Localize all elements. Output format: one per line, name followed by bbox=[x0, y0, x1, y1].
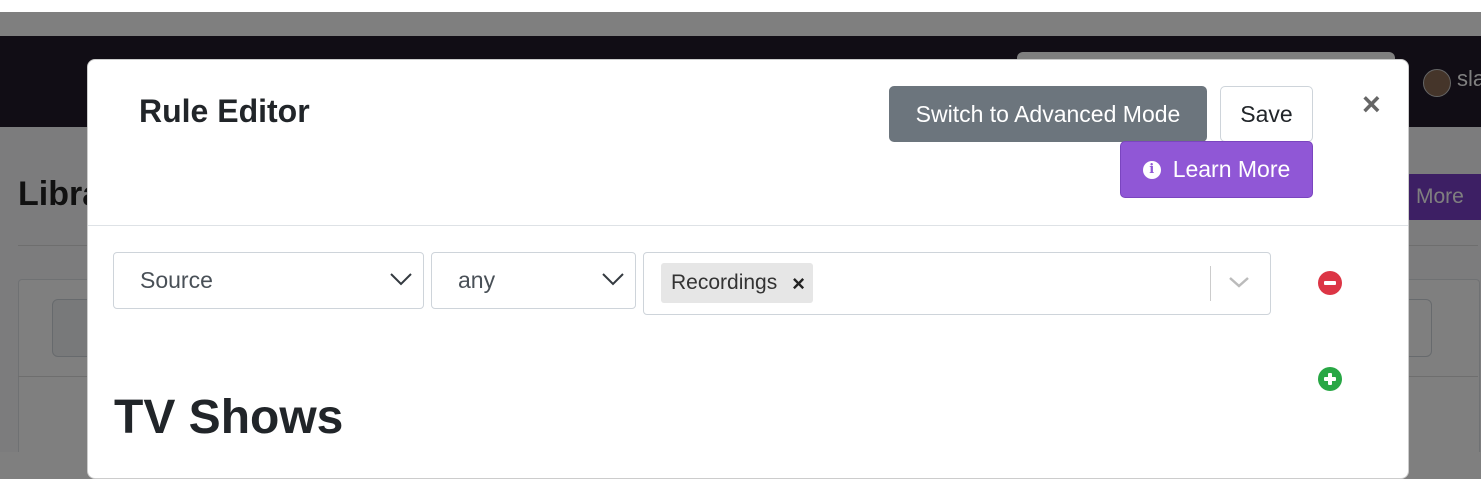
minus-circle-icon[interactable] bbox=[1318, 271, 1342, 295]
value-chip: Recordings × bbox=[661, 263, 813, 303]
section-heading: TV Shows bbox=[114, 391, 344, 444]
chevron-down-icon bbox=[390, 273, 412, 286]
rule-field-value: Source bbox=[140, 267, 213, 293]
chip-remove-icon[interactable]: × bbox=[792, 271, 805, 297]
chevron-down-icon[interactable] bbox=[1228, 275, 1250, 289]
value-chip-label: Recordings bbox=[671, 271, 778, 294]
info-circle-icon: i bbox=[1142, 160, 1161, 179]
rule-editor-modal: Rule Editor Switch to Advanced Mode Save… bbox=[87, 59, 1409, 479]
rule-operator-select[interactable]: any bbox=[431, 252, 636, 309]
top-strip bbox=[0, 0, 1481, 12]
learn-more-button[interactable]: i Learn More bbox=[1120, 141, 1313, 198]
close-icon[interactable]: × bbox=[1362, 88, 1381, 120]
chevron-down-icon bbox=[602, 273, 624, 286]
rule-operator-value: any bbox=[458, 267, 496, 293]
learn-more-label: Learn More bbox=[1172, 156, 1291, 182]
rule-field-select[interactable]: Source bbox=[113, 252, 424, 309]
modal-header-divider bbox=[88, 225, 1408, 226]
rule-values-multiselect[interactable]: Recordings × bbox=[643, 252, 1271, 315]
plus-circle-icon[interactable] bbox=[1318, 367, 1342, 391]
switch-advanced-mode-button[interactable]: Switch to Advanced Mode bbox=[889, 86, 1207, 142]
save-button[interactable]: Save bbox=[1220, 86, 1313, 142]
modal-title: Rule Editor bbox=[139, 93, 310, 129]
indicator-separator bbox=[1210, 266, 1211, 301]
